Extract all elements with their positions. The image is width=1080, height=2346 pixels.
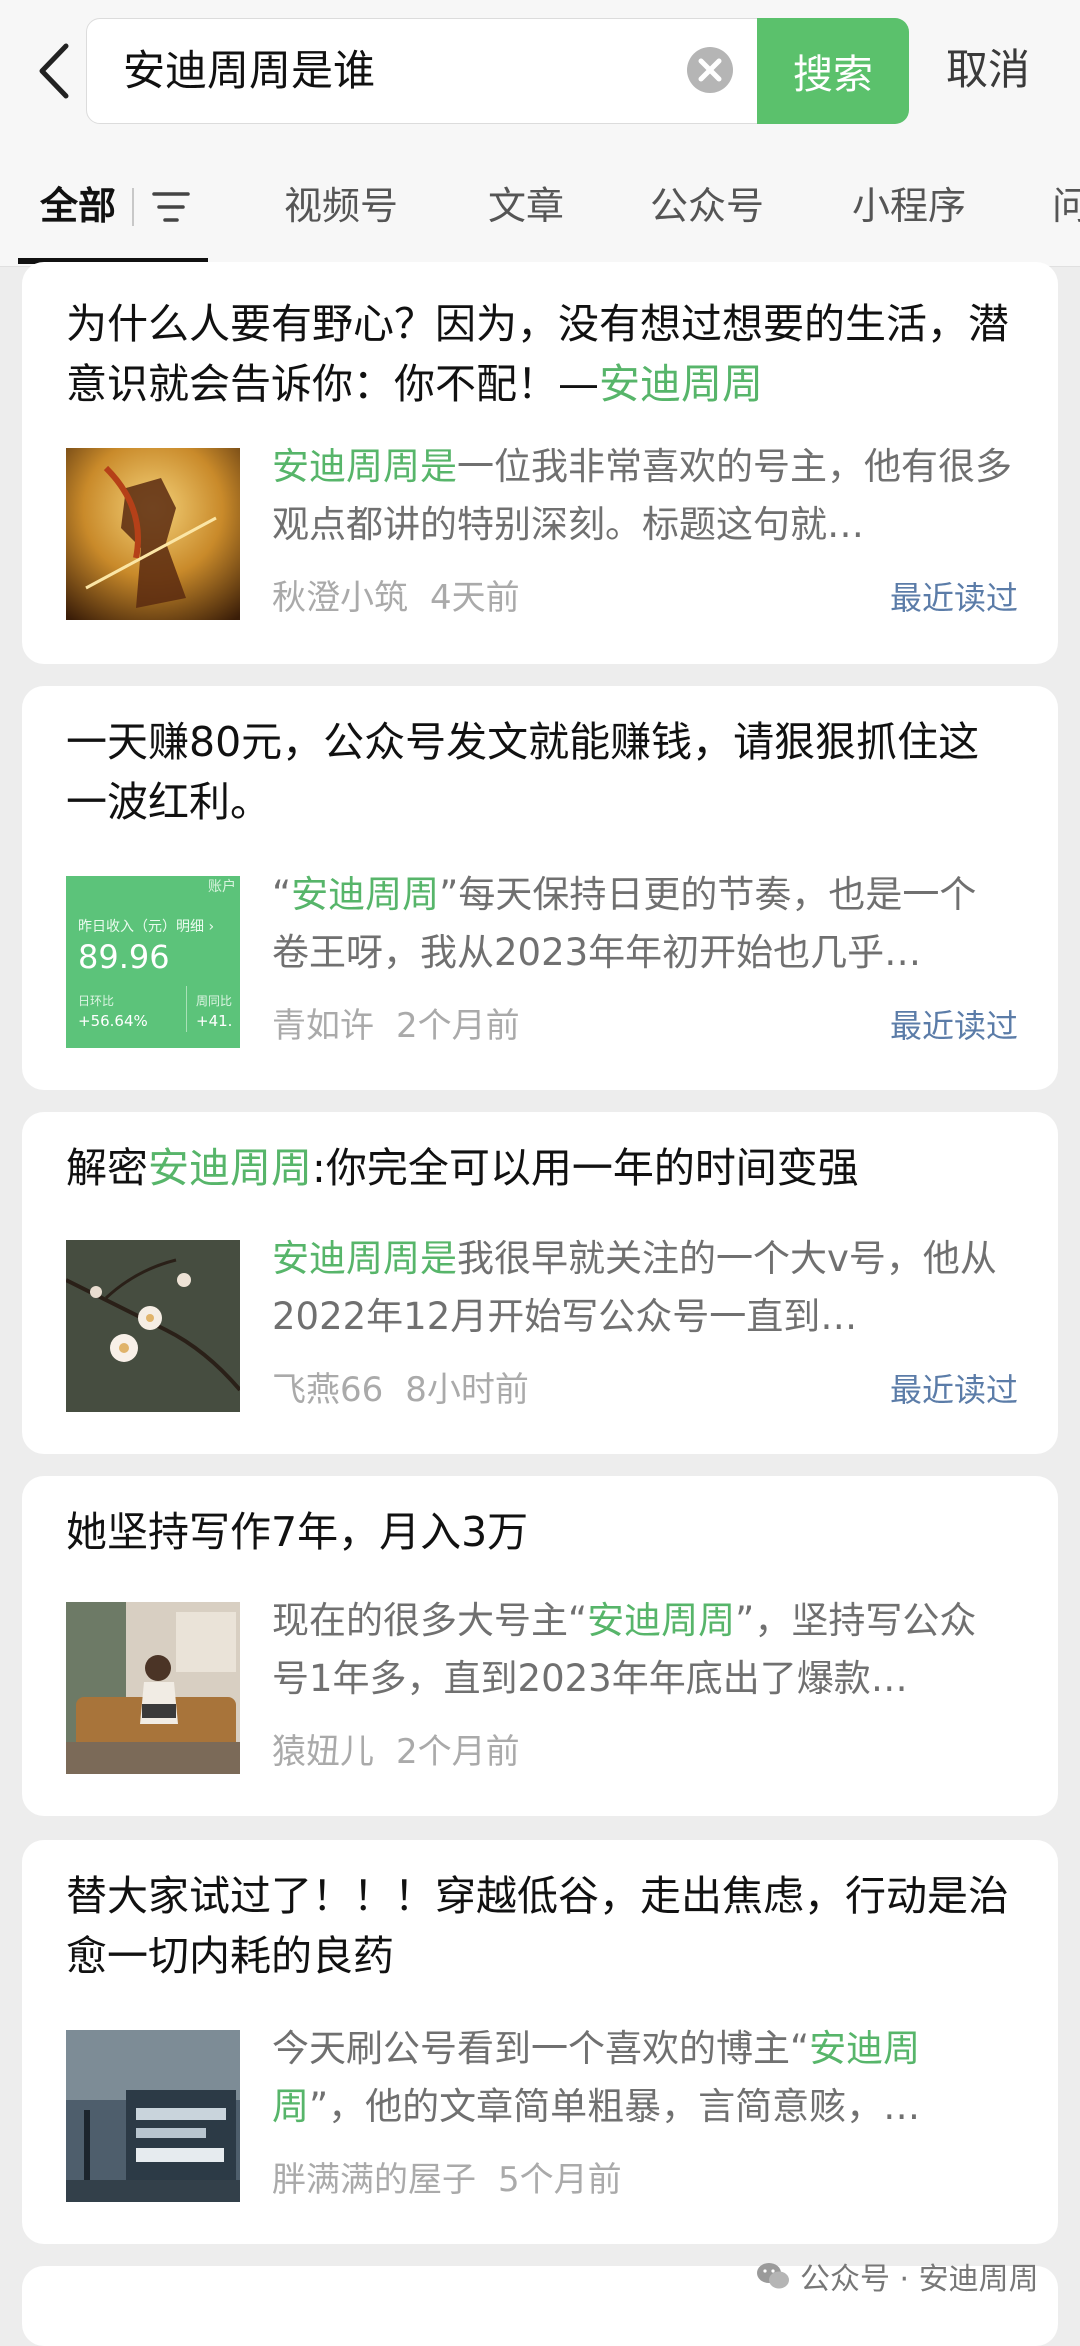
result-time: 8小时前 <box>405 1370 529 1410</box>
search-input[interactable]: 安迪周周是谁 搜索 <box>86 18 909 124</box>
result-title: 她坚持写作7年，月入3万 <box>66 1508 529 1556</box>
result-card[interactable]: 一天赚80元，公众号发文就能赚钱，请狠狠抓住这一波红利。 账户 昨日收入（元）明… <box>22 686 1058 1090</box>
result-meta: 飞燕66 8小时前 <box>272 1368 529 1412</box>
result-title: 一天赚80元，公众号发文就能赚钱，请狠狠抓住这一波红利。 <box>66 718 980 826</box>
result-meta: 胖满满的屋子 5个月前 <box>272 2158 622 2202</box>
result-source[interactable]: 飞燕66 <box>272 1370 383 1410</box>
result-meta: 猿妞儿 2个月前 <box>272 1730 520 1774</box>
tab-more[interactable]: 问 <box>1052 178 1080 234</box>
result-meta: 青如许 2个月前 <box>272 1004 520 1048</box>
wechat-icon <box>757 2263 789 2289</box>
result-source[interactable]: 秋澄小筑 <box>272 578 408 618</box>
income-screenshot-image: 账户 昨日收入（元）明细 › 89.96 日环比 +56.64% 周同比 +41… <box>66 876 240 1048</box>
result-card[interactable]: 为什么人要有野心？因为，没有想过想要的生活，潜意识就会告诉你：你不配！—安迪周周… <box>22 262 1058 664</box>
result-source[interactable]: 青如许 <box>272 1006 374 1046</box>
result-title: 替大家试过了！！！穿越低谷，走出焦虑，行动是治愈一切内耗的良药 <box>66 1872 1009 1980</box>
watermark-text: 公众号 · 安迪周周 <box>800 2262 1039 2297</box>
search-query-text[interactable]: 安迪周周是谁 <box>123 45 375 97</box>
result-title: 解密安迪周周:你完全可以用一年的时间变强 <box>66 1144 859 1192</box>
result-snippet: 今天刷公号看到一个喜欢的博主“安迪周周”，他的文章简单粗暴，言简意赅，… <box>272 2027 921 2128</box>
recently-read-badge: 最近读过 <box>889 1371 1018 1409</box>
result-snippet: 安迪周周是一位我非常喜欢的号主，他有很多观点都讲的特别深刻。标题这句就… <box>272 445 1012 546</box>
tab-mini-programs[interactable]: 小程序 <box>852 178 966 234</box>
anime-warrior-image <box>66 448 240 620</box>
result-card[interactable]: 替大家试过了！！！穿越低谷，走出焦虑，行动是治愈一切内耗的良药 今天刷公号看到一… <box>22 1840 1058 2244</box>
watermark: 公众号 · 安迪周周 <box>756 2254 1039 2298</box>
result-snippet: 现在的很多大号主“安迪周周”，坚持写公众号1年多，直到2023年年底出了爆款… <box>272 1599 977 1700</box>
recently-read-badge: 最近读过 <box>889 1007 1018 1045</box>
result-card[interactable]: 解密安迪周周:你完全可以用一年的时间变强 安迪周周是我很早就关注的一个大v号，他… <box>22 1112 1058 1454</box>
tab-divider <box>132 188 134 226</box>
result-time: 2个月前 <box>396 1732 520 1772</box>
search-button[interactable]: 搜索 <box>757 18 909 124</box>
street-poster-image <box>66 2030 240 2202</box>
woman-on-sofa-image <box>66 1602 240 1774</box>
back-arrow-icon[interactable] <box>30 40 80 102</box>
search-header: 安迪周周是谁 搜索 取消 <box>0 0 1080 150</box>
tab-channels[interactable]: 视频号 <box>284 178 398 234</box>
result-time: 2个月前 <box>396 1006 520 1046</box>
result-source[interactable]: 猿妞儿 <box>272 1732 374 1772</box>
plum-blossom-image <box>66 1240 240 1412</box>
result-time: 4天前 <box>430 578 520 618</box>
category-tabs: 全部 视频号 文章 公众号 小程序 问 <box>0 150 1080 267</box>
result-card[interactable]: 她坚持写作7年，月入3万 现在的很多大号主“安迪周周”，坚持写公众号1年多，直到… <box>22 1476 1058 1816</box>
result-title: 为什么人要有野心？因为，没有想过想要的生活，潜意识就会告诉你：你不配！—安迪周周 <box>66 300 1009 408</box>
cancel-button[interactable]: 取消 <box>946 44 1030 96</box>
tab-all[interactable]: 全部 <box>40 178 116 234</box>
tab-official-accounts[interactable]: 公众号 <box>650 178 764 234</box>
result-snippet: “安迪周周”每天保持日更的节奏，也是一个卷王呀，我从2023年年初开始也几乎… <box>272 873 977 974</box>
result-snippet: 安迪周周是我很早就关注的一个大v号，他从2022年12月开始写公众号一直到… <box>272 1237 997 1338</box>
filter-icon[interactable] <box>150 186 192 228</box>
result-source[interactable]: 胖满满的屋子 <box>272 2160 476 2200</box>
tab-articles[interactable]: 文章 <box>488 178 564 234</box>
recently-read-badge: 最近读过 <box>889 579 1018 617</box>
clear-icon[interactable] <box>685 45 735 95</box>
result-meta: 秋澄小筑 4天前 <box>272 576 520 620</box>
result-time: 5个月前 <box>498 2160 622 2200</box>
